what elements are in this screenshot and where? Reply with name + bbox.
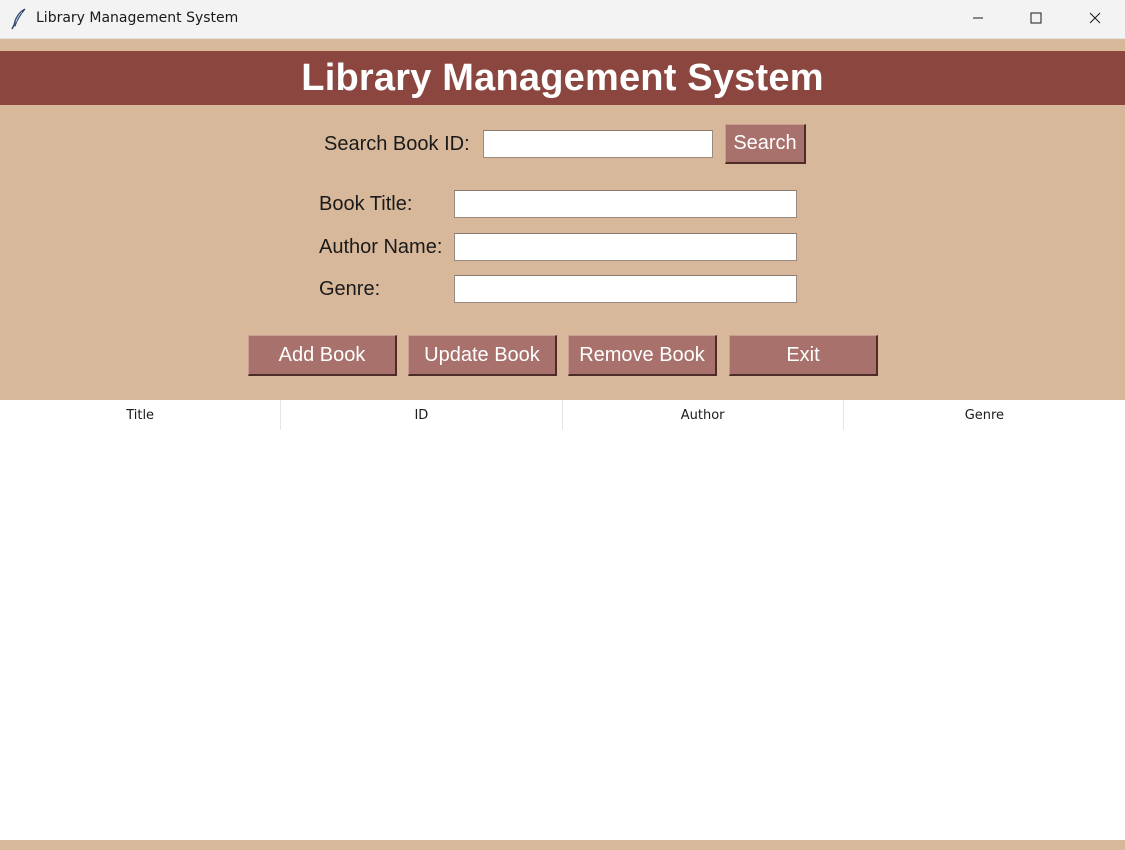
search-book-id-label: Search Book ID:	[324, 133, 470, 155]
column-header-genre[interactable]: Genre	[844, 400, 1125, 430]
header-bar: Library Management System	[0, 51, 1125, 105]
author-name-input[interactable]	[454, 233, 797, 261]
update-book-button[interactable]: Update Book	[408, 335, 557, 376]
remove-book-button[interactable]: Remove Book	[568, 335, 717, 376]
window-titlebar[interactable]: Library Management System	[0, 0, 1125, 39]
close-icon	[1089, 11, 1101, 29]
book-title-input[interactable]	[454, 190, 797, 218]
maximize-icon	[1030, 11, 1042, 29]
minimize-button[interactable]	[949, 0, 1007, 39]
table-body[interactable]	[0, 430, 1125, 840]
genre-label: Genre:	[319, 278, 381, 300]
books-table[interactable]: Title ID Author Genre	[0, 400, 1125, 840]
column-header-author[interactable]: Author	[563, 400, 844, 430]
exit-button[interactable]: Exit	[729, 335, 878, 376]
page-title: Library Management System	[301, 56, 824, 99]
genre-input[interactable]	[454, 275, 797, 303]
maximize-button[interactable]	[1007, 0, 1065, 39]
minimize-icon	[972, 11, 984, 29]
book-title-label: Book Title:	[319, 193, 413, 215]
bottom-band	[0, 840, 1125, 850]
close-button[interactable]	[1066, 0, 1124, 39]
app-window: Library Management System Library Manage…	[0, 0, 1125, 850]
top-band	[0, 39, 1125, 51]
column-header-title[interactable]: Title	[0, 400, 282, 430]
search-button[interactable]: Search	[725, 124, 806, 164]
window-title: Library Management System	[36, 10, 239, 26]
author-name-label: Author Name:	[319, 236, 443, 258]
search-book-id-input[interactable]	[483, 130, 713, 158]
feather-icon	[10, 8, 30, 30]
add-book-button[interactable]: Add Book	[248, 335, 397, 376]
table-header: Title ID Author Genre	[0, 400, 1125, 430]
column-header-id[interactable]: ID	[281, 400, 563, 430]
